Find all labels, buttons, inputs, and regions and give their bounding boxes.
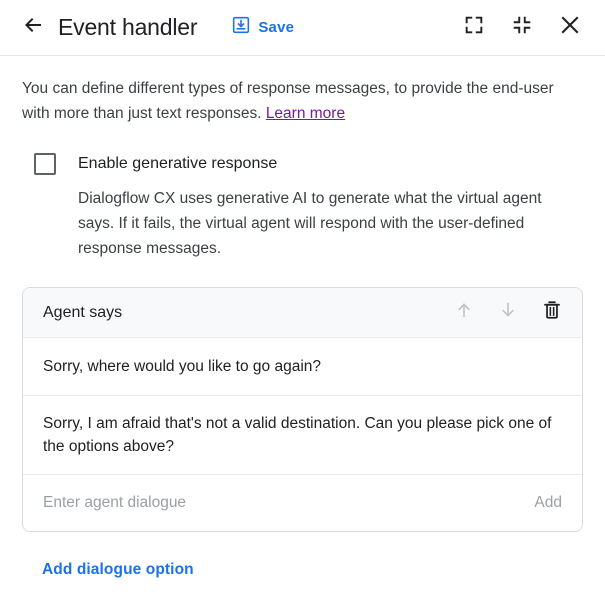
arrow-up-icon	[453, 299, 475, 326]
move-up-button[interactable]	[446, 295, 482, 331]
delete-button[interactable]	[534, 295, 570, 331]
close-icon	[558, 13, 582, 42]
arrow-down-icon	[497, 299, 519, 326]
agent-says-card-header: Agent says	[23, 288, 582, 338]
panel-header: Event handler Save	[0, 0, 605, 56]
agent-message-row[interactable]: Sorry, where would you like to go again?	[23, 338, 582, 396]
agent-message-row[interactable]: Sorry, I am afraid that's not a valid de…	[23, 396, 582, 475]
back-button[interactable]	[18, 13, 48, 43]
learn-more-link[interactable]: Learn more	[266, 105, 345, 122]
add-dialogue-button[interactable]: Add	[534, 494, 562, 512]
close-button[interactable]	[553, 11, 587, 45]
enable-generative-response-label: Enable generative response	[78, 155, 277, 173]
enable-generative-response-row[interactable]: Enable generative response	[34, 153, 583, 175]
panel-body: You can define different types of respon…	[0, 76, 605, 579]
agent-dialogue-input[interactable]	[43, 494, 518, 512]
enable-generative-response-checkbox[interactable]	[34, 153, 56, 175]
event-handler-panel: Event handler Save	[0, 0, 605, 606]
agent-message-text: Sorry, I am afraid that's not a valid de…	[43, 412, 562, 458]
collapse-fullscreen-icon	[511, 14, 533, 41]
agent-message-text: Sorry, where would you like to go again?	[43, 355, 321, 378]
agent-says-card: Agent says	[22, 287, 583, 532]
save-button[interactable]: Save	[231, 15, 294, 40]
intro-text: You can define different types of respon…	[22, 76, 582, 126]
expand-fullscreen-button[interactable]	[457, 11, 491, 45]
collapse-fullscreen-button[interactable]	[505, 11, 539, 45]
generative-response-description: Dialogflow CX uses generative AI to gene…	[78, 186, 578, 261]
trash-icon	[541, 299, 563, 326]
agent-says-title: Agent says	[43, 304, 122, 322]
save-download-icon	[231, 15, 251, 40]
move-down-button[interactable]	[490, 295, 526, 331]
page-title: Event handler	[58, 14, 197, 41]
arrow-left-icon	[21, 13, 45, 42]
add-dialogue-option-link[interactable]: Add dialogue option	[42, 561, 194, 579]
save-button-label: Save	[258, 19, 294, 36]
expand-fullscreen-icon	[463, 14, 485, 41]
agent-dialogue-input-row: Add	[23, 475, 582, 531]
